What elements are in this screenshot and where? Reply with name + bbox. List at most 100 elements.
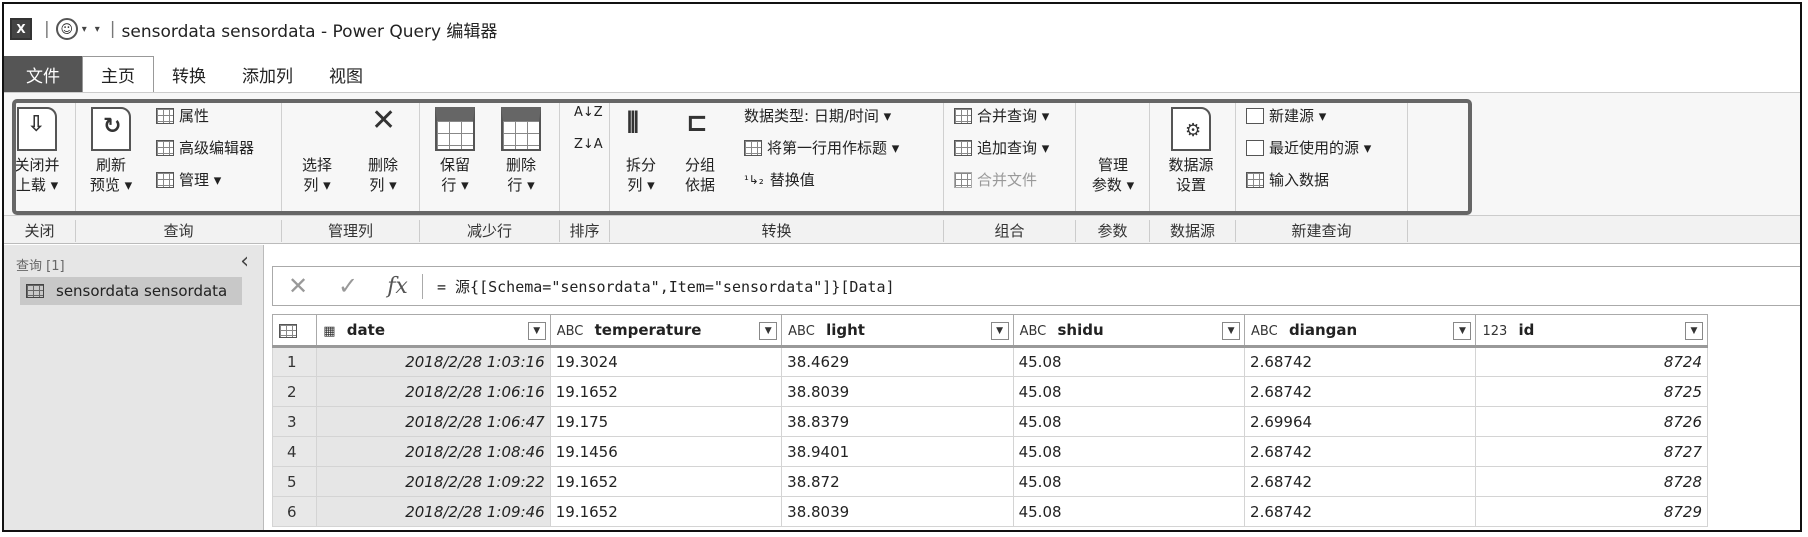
use-first-row-header-button[interactable]: 将第一行用作标题 ▾	[744, 137, 899, 158]
cell-shidu[interactable]: 45.08	[1012, 346, 1246, 377]
cell-light[interactable]: 38.9401	[781, 436, 1014, 467]
query-item-sensordata[interactable]: sensordata sensordata	[20, 277, 242, 305]
text-type-icon[interactable]: ABC	[1251, 324, 1278, 339]
quick-access-customize-icon[interactable]: ▾	[95, 24, 100, 35]
chevron-down-icon[interactable]: ▼	[527, 322, 546, 340]
cell-date[interactable]: 2018/2/28 1:03:16	[316, 346, 551, 377]
chevron-down-icon[interactable]: ▼	[1222, 322, 1241, 340]
feedback-dropdown-icon[interactable]: ▾	[82, 24, 87, 35]
cell-shidu[interactable]: 45.08	[1012, 466, 1246, 497]
cell-shidu[interactable]: 45.08	[1012, 376, 1246, 407]
remove-columns-button[interactable]: ✕ 删除 列 ▾	[352, 105, 414, 195]
row-number[interactable]: 3	[271, 406, 318, 437]
cell-date[interactable]: 2018/2/28 1:09:22	[316, 466, 551, 497]
close-and-load-button[interactable]: ⇩ 关闭并 上载 ▾	[6, 105, 68, 195]
sort-ascending-button[interactable]: A↓Z	[574, 105, 603, 120]
group-by-button[interactable]: ⊏ 分组 依据	[672, 105, 728, 195]
row-number[interactable]: 5	[271, 466, 318, 497]
cell-temperature[interactable]: 19.1652	[549, 376, 783, 407]
cell-date[interactable]: 2018/2/28 1:09:46	[316, 496, 551, 527]
cell-diangan[interactable]: 2.68742	[1244, 496, 1477, 527]
cell-id[interactable]: 8729	[1475, 496, 1708, 527]
column-header-diangan[interactable]: ABC diangan ▼	[1244, 314, 1477, 348]
chevron-down-icon[interactable]: ▼	[1453, 322, 1472, 340]
data-source-settings-button[interactable]: ⚙ 数据源 设置	[1160, 105, 1222, 195]
cell-light[interactable]: 38.4629	[781, 346, 1014, 377]
append-queries-button[interactable]: 追加查询 ▾	[954, 137, 1049, 158]
new-source-button[interactable]: 新建源 ▾	[1246, 105, 1326, 126]
fx-icon[interactable]: fx	[373, 273, 423, 299]
remove-rows-button[interactable]: 删除 行 ▾	[490, 105, 552, 195]
row-number[interactable]: 6	[271, 496, 318, 527]
cell-date[interactable]: 2018/2/28 1:06:16	[316, 376, 551, 407]
column-header-date[interactable]: ▦ date ▼	[316, 314, 551, 348]
cell-date[interactable]: 2018/2/28 1:06:47	[316, 406, 551, 437]
cell-id[interactable]: 8728	[1475, 466, 1708, 497]
choose-columns-button[interactable]: 选择 列 ▾	[286, 105, 605, 461]
table-row[interactable]: 4 2018/2/28 1:08:46 19.1456 38.9401 45.0…	[271, 436, 1708, 467]
advanced-editor-button[interactable]: 高级编辑器	[156, 137, 254, 158]
manage-button[interactable]: 管理 ▾	[156, 169, 221, 190]
cell-diangan[interactable]: 2.68742	[1244, 346, 1477, 377]
confirm-formula-icon[interactable]: ✓	[323, 272, 373, 300]
chevron-down-icon[interactable]: ▼	[759, 322, 778, 340]
keep-rows-button[interactable]: 保留 行 ▾	[424, 105, 486, 195]
column-header-shidu[interactable]: ABC shidu ▼	[1012, 314, 1246, 348]
cell-temperature[interactable]: 19.3024	[549, 346, 783, 377]
row-number[interactable]: 1	[271, 346, 318, 377]
cell-date[interactable]: 2018/2/28 1:08:46	[316, 436, 551, 467]
cell-id[interactable]: 8726	[1475, 406, 1708, 437]
cell-temperature[interactable]: 19.1456	[549, 436, 783, 467]
table-corner-menu[interactable]	[271, 314, 318, 348]
tab-file[interactable]: 文件	[4, 56, 82, 92]
chevron-down-icon[interactable]: ▼	[990, 322, 1009, 340]
row-number[interactable]: 2	[271, 376, 318, 407]
cell-temperature[interactable]: 19.1652	[549, 496, 783, 527]
cell-shidu[interactable]: 45.08	[1012, 496, 1246, 527]
table-row[interactable]: 2 2018/2/28 1:06:16 19.1652 38.8039 45.0…	[271, 376, 1708, 407]
enter-data-button[interactable]: 输入数据	[1246, 169, 1329, 190]
collapse-pane-icon[interactable]: ‹	[240, 249, 249, 274]
column-header-light[interactable]: ABC light ▼	[781, 314, 1014, 348]
tab-view[interactable]: 视图	[311, 56, 381, 92]
text-type-icon[interactable]: ABC	[788, 324, 815, 339]
properties-button[interactable]: 属性	[156, 105, 209, 126]
datetime-type-icon[interactable]: ▦	[323, 324, 335, 339]
split-column-button[interactable]: ⫴ 拆分 列 ▾	[612, 105, 670, 195]
tab-home[interactable]: 主页	[82, 56, 154, 92]
refresh-preview-button[interactable]: ↻ 刷新 预览 ▾	[80, 105, 142, 195]
combine-files-button[interactable]: 合并文件	[954, 169, 1037, 190]
text-type-icon[interactable]: ABC	[557, 324, 584, 339]
cell-light[interactable]: 38.872	[781, 466, 1014, 497]
cell-light[interactable]: 38.8039	[781, 496, 1014, 527]
manage-parameters-button[interactable]: 管理 参数 ▾	[1082, 105, 1401, 461]
cell-id[interactable]: 8725	[1475, 376, 1708, 407]
table-row[interactable]: 6 2018/2/28 1:09:46 19.1652 38.8039 45.0…	[271, 496, 1708, 527]
chevron-down-icon[interactable]: ▼	[1685, 322, 1703, 340]
formula-input[interactable]: = 源{[Schema="sensordata",Item="sensordat…	[423, 276, 895, 297]
data-type-dropdown[interactable]: 数据类型: 日期/时间 ▾	[744, 105, 891, 126]
text-type-icon[interactable]: ABC	[1020, 324, 1047, 339]
cell-light[interactable]: 38.8039	[781, 376, 1014, 407]
feedback-smiley-icon[interactable]: ☺	[55, 18, 78, 40]
cancel-formula-icon[interactable]: ✕	[273, 272, 323, 300]
cell-diangan[interactable]: 2.68742	[1244, 436, 1477, 467]
sort-descending-button[interactable]: Z↓A	[574, 137, 603, 152]
column-header-temperature[interactable]: ABC temperature ▼	[549, 314, 783, 348]
number-type-icon[interactable]: 123	[1482, 324, 1507, 339]
cell-id[interactable]: 8727	[1475, 436, 1708, 467]
cell-shidu[interactable]: 45.08	[1012, 406, 1246, 437]
cell-id[interactable]: 8724	[1475, 346, 1708, 377]
recent-sources-button[interactable]: 最近使用的源 ▾	[1246, 137, 1371, 158]
cell-diangan[interactable]: 2.69964	[1244, 406, 1477, 437]
row-number[interactable]: 4	[271, 436, 318, 467]
table-row[interactable]: 3 2018/2/28 1:06:47 19.175 38.8379 45.08…	[271, 406, 1708, 437]
cell-diangan[interactable]: 2.68742	[1244, 466, 1477, 497]
table-row[interactable]: 5 2018/2/28 1:09:22 19.1652 38.872 45.08…	[271, 466, 1708, 497]
cell-shidu[interactable]: 45.08	[1012, 436, 1246, 467]
cell-temperature[interactable]: 19.175	[549, 406, 783, 437]
column-header-id[interactable]: 123 id ▼	[1475, 314, 1708, 348]
merge-queries-button[interactable]: 合并查询 ▾	[954, 105, 1049, 126]
cell-diangan[interactable]: 2.68742	[1244, 376, 1477, 407]
replace-values-button[interactable]: ¹↳₂ 替换值	[744, 169, 815, 190]
